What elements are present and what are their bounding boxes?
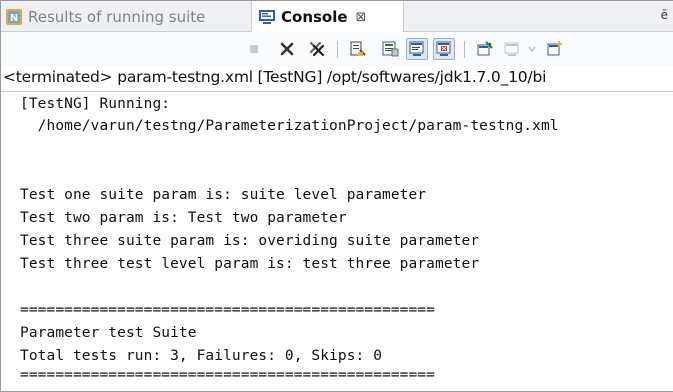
console-line: /home/varun/testng/ParameterizationProje… <box>20 118 559 134</box>
pin-icon[interactable] <box>474 38 496 60</box>
stop-icon[interactable] <box>243 38 265 60</box>
console-line: ========================================… <box>20 302 435 318</box>
console-line: Test one suite param is: suite level par… <box>20 187 427 203</box>
show-stdout-icon[interactable] <box>406 38 428 60</box>
console-line: [TestNG] Running: <box>20 96 171 112</box>
scroll-lock-icon[interactable] <box>379 38 401 60</box>
console-line: Test three suite param is: overiding sui… <box>20 233 480 249</box>
console-output[interactable]: [TestNG] Running: /home/varun/testng/Par… <box>1 91 673 391</box>
testng-results-icon: N <box>5 8 23 26</box>
chevron-down-icon[interactable] <box>521 38 543 60</box>
console-line: ========================================… <box>20 367 435 383</box>
console-line: Total tests run: 3, Failures: 0, Skips: … <box>20 348 383 364</box>
remove-icon[interactable] <box>276 38 298 60</box>
tab-label: Console <box>281 8 348 26</box>
tab-console[interactable]: Console ⊠ <box>251 1 404 33</box>
view-menu-icon[interactable]: ē <box>661 8 668 22</box>
close-icon[interactable]: ⊠ <box>356 10 367 25</box>
tab-results-of-running-suite[interactable]: N Results of running suite <box>5 1 247 32</box>
toolbar-separator <box>337 41 338 58</box>
console-line: Parameter test Suite <box>20 325 197 341</box>
console-toolbar <box>1 32 673 66</box>
console-line: Test three test level param is: test thr… <box>20 256 480 272</box>
tab-label: Results of running suite <box>28 7 206 26</box>
launch-status-line: <terminated> param-testng.xml [TestNG] /… <box>3 68 547 86</box>
console-view: N Results of running suite Console ⊠ ē <… <box>0 0 673 392</box>
open-console-icon[interactable] <box>544 38 566 60</box>
console-line: Test two param is: Test two parameter <box>20 210 347 226</box>
svg-text:N: N <box>10 13 18 24</box>
console-icon <box>258 8 276 26</box>
show-stderr-icon[interactable] <box>433 38 455 60</box>
display-console-icon[interactable] <box>501 38 523 60</box>
toolbar-separator <box>464 41 465 58</box>
clear-console-icon[interactable] <box>347 38 369 60</box>
view-tab-bar: N Results of running suite Console ⊠ ē <box>1 1 673 33</box>
remove-all-icon[interactable] <box>306 38 328 60</box>
